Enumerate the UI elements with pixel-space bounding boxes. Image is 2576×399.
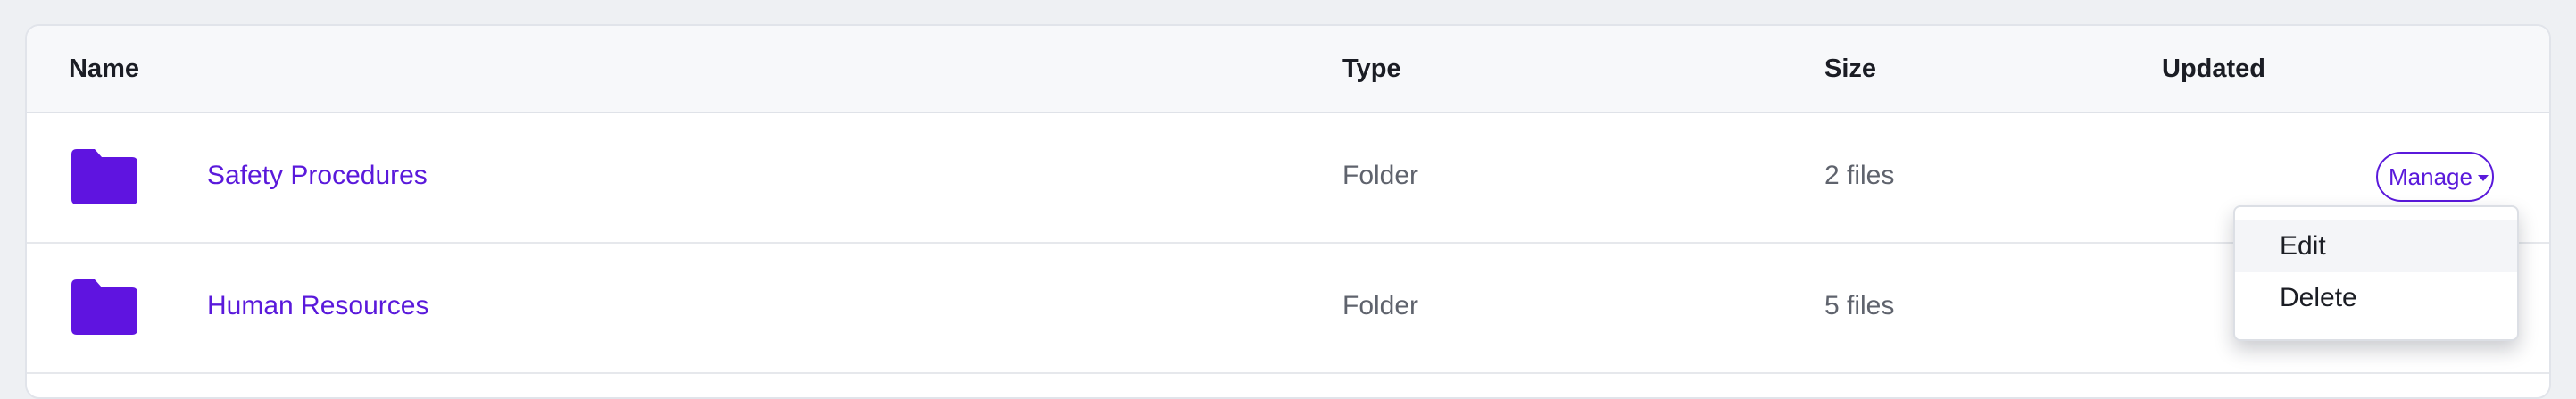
manage-button-label: Manage <box>2389 162 2472 190</box>
size-cell: 2 files <box>1824 161 1895 190</box>
folder-icon <box>71 149 137 204</box>
column-header-updated[interactable]: Updated <box>2162 26 2265 112</box>
type-cell: Folder <box>1342 291 1419 320</box>
type-cell: Folder <box>1342 161 1419 190</box>
manage-button[interactable]: Manage <box>2376 152 2494 202</box>
menu-item-delete[interactable]: Delete <box>2235 272 2517 324</box>
size-cell: 5 files <box>1824 291 1895 320</box>
folder-icon <box>71 279 137 335</box>
manage-dropdown-menu: Edit Delete <box>2233 205 2519 341</box>
files-table: Name Type Size Updated Safety Procedures… <box>25 24 2551 399</box>
folder-name-link[interactable]: Human Resources <box>207 291 428 321</box>
table-header: Name Type Size Updated <box>27 26 2549 113</box>
table-row: Human Resources Folder 5 files <box>27 244 2549 374</box>
column-header-type[interactable]: Type <box>1342 26 1401 112</box>
column-header-name[interactable]: Name <box>69 26 139 112</box>
menu-item-edit[interactable]: Edit <box>2235 220 2517 272</box>
table-row: Safety Procedures Folder 2 files <box>27 113 2549 244</box>
caret-down-icon <box>2477 174 2489 181</box>
folder-name-link[interactable]: Safety Procedures <box>207 161 428 191</box>
column-header-size[interactable]: Size <box>1824 26 1876 112</box>
